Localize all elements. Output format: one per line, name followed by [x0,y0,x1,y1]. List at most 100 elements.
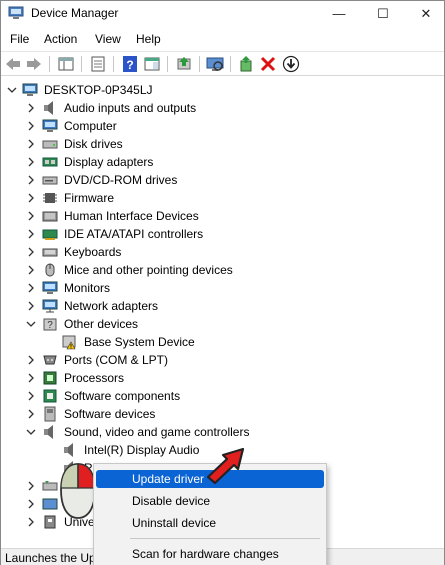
help-icon[interactable]: ? [121,55,139,73]
menu-action[interactable]: Action [44,32,77,46]
tree-item-label: Disk drives [64,137,123,151]
chevron-right-icon[interactable] [26,157,36,167]
mouse-icon [45,263,55,277]
close-button[interactable]: ✕ [408,1,444,26]
tree-item-monitors[interactable]: Monitors [1,279,444,297]
disk-drive-icon [42,140,58,149]
tree-item-network-adapters[interactable]: Network adapters [1,297,444,315]
add-driver-icon[interactable] [237,55,255,73]
tree-item-processors[interactable]: Processors [1,369,444,387]
tree-item-ports[interactable]: Ports (COM & LPT) [1,351,444,369]
chevron-right-icon[interactable] [26,373,36,383]
processor-icon [43,371,57,385]
tree-item-label: Software components [64,389,181,403]
tree-item-label: Audio inputs and outputs [64,101,197,115]
tree-item-disk-drives[interactable]: Disk drives [1,135,444,153]
chevron-right-icon[interactable] [26,481,36,491]
tree-item-computer[interactable]: Computer [1,117,444,135]
tree-item-label: Human Interface Devices [64,209,199,223]
toolbar-separator [49,56,50,72]
tree-item-software-components[interactable]: Software components [1,387,444,405]
tree-item-label: Software devices [64,407,156,421]
tree-root[interactable]: DESKTOP-0P345LJ [1,81,444,99]
chevron-right-icon[interactable] [26,121,36,131]
menu-view[interactable]: View [95,32,121,46]
scan-hardware-icon[interactable] [206,55,224,73]
dvd-drive-icon [42,176,58,185]
show-hide-tree-icon[interactable] [57,55,75,73]
warning-device-icon: ! [62,335,76,351]
hid-icon [42,211,58,222]
back-arrow-icon[interactable] [4,55,22,73]
tree-item-dvd-drives[interactable]: DVD/CD-ROM drives [1,171,444,189]
chevron-down-icon[interactable] [26,319,36,329]
action-pane-icon[interactable] [143,55,161,73]
tree-item-ide-ata[interactable]: IDE ATA/ATAPI controllers [1,225,444,243]
toolbar-separator [230,56,231,72]
computer-icon [22,83,38,96]
context-uninstall-device[interactable]: Uninstall device [96,514,324,532]
chevron-right-icon[interactable] [26,229,36,239]
chevron-right-icon[interactable] [26,139,36,149]
minimize-button[interactable]: — [321,1,357,26]
context-separator [130,538,320,539]
toolbar-separator [81,56,82,72]
menu-file[interactable]: File [10,32,29,46]
update-driver-icon[interactable] [175,55,193,73]
remove-device-icon[interactable] [259,55,277,73]
unknown-device-icon: ? [43,318,57,331]
tree-item-hid[interactable]: Human Interface Devices [1,207,444,225]
speaker-icon [44,101,53,115]
storage-controller-icon [42,481,58,491]
chevron-down-icon[interactable] [7,85,17,95]
tree-item-software-devices[interactable]: Software devices [1,405,444,423]
keyboard-icon [42,248,58,257]
speaker-icon [44,425,53,439]
chevron-right-icon[interactable] [26,247,36,257]
chevron-right-icon[interactable] [26,409,36,419]
chevron-right-icon[interactable] [26,301,36,311]
chevron-right-icon[interactable] [26,175,36,185]
chevron-right-icon[interactable] [26,499,36,509]
tree-item-label: Network adapters [64,299,159,313]
chevron-right-icon[interactable] [26,391,36,401]
toolbar-separator [167,56,168,72]
svg-text:?: ? [47,320,53,331]
tree-item-label: Computer [64,119,117,133]
chevron-right-icon[interactable] [26,193,36,203]
context-disable-device[interactable]: Disable device [96,492,324,510]
svg-text:!: ! [70,345,72,351]
chevron-right-icon[interactable] [26,211,36,221]
tree-item-label: Keyboards [64,245,122,259]
tree-item-display-adapters[interactable]: Display adapters [1,153,444,171]
tree-item-mice[interactable]: Mice and other pointing devices [1,261,444,279]
tree-item-label: Base System Device [84,335,195,349]
chevron-right-icon[interactable] [26,283,36,293]
chevron-right-icon[interactable] [26,265,36,275]
tree-item-sound-video[interactable]: Sound, video and game controllers [1,423,444,441]
forward-arrow-icon[interactable] [25,55,43,73]
tree-item-label: Monitors [64,281,111,295]
software-component-icon [43,389,57,403]
chevron-down-icon[interactable] [26,427,36,437]
chevron-right-icon[interactable] [26,355,36,365]
maximize-button[interactable]: ☐ [365,1,401,26]
tree-item-other-devices[interactable]: ? Other devices [1,315,444,333]
uninstall-download-icon[interactable] [282,55,300,73]
context-scan-hardware[interactable]: Scan for hardware changes [96,545,324,563]
title-bar[interactable]: Device Manager — ☐ ✕ [1,1,444,26]
menu-bar: File Action View Help [1,29,444,49]
chevron-right-icon[interactable] [26,517,36,527]
tree-item-keyboards[interactable]: Keyboards [1,243,444,261]
menu-help[interactable]: Help [136,32,161,46]
svg-text:?: ? [126,58,133,72]
tree-item-label: Other devices [64,317,139,331]
chevron-right-icon[interactable] [26,103,36,113]
tree-item-firmware[interactable]: Firmware [1,189,444,207]
monitor-icon [42,119,58,132]
tree-item-audio-inputs[interactable]: Audio inputs and outputs [1,99,444,117]
tree-item-label: Firmware [64,191,114,205]
system-device-icon [42,498,58,510]
tree-item-base-system-device[interactable]: ! Base System Device [1,333,444,351]
properties-icon[interactable] [89,55,107,73]
